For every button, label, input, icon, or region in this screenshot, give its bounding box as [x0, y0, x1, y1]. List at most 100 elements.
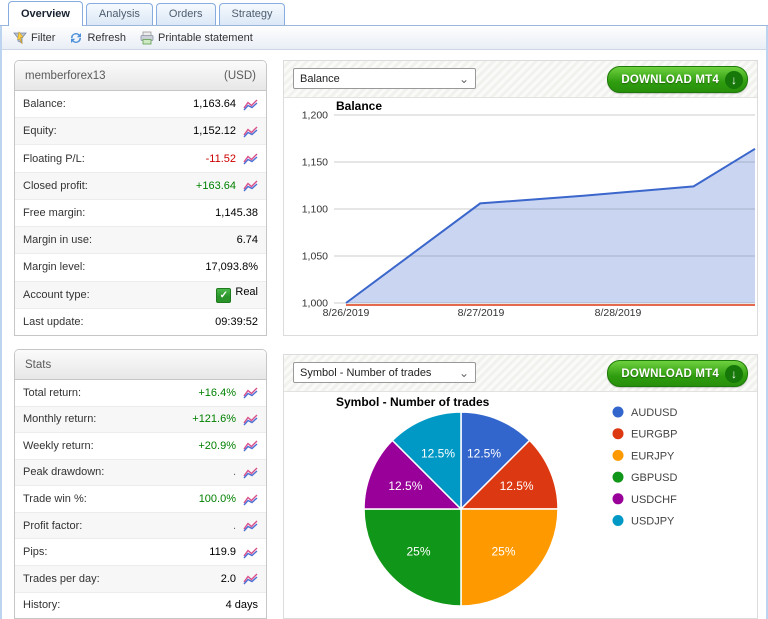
row-value-text: Real: [235, 286, 258, 298]
row-label: History:: [23, 599, 226, 611]
row-value: .: [233, 520, 236, 532]
legend-swatch[interactable]: [613, 428, 624, 439]
x-axis-label: 8/27/2019: [458, 307, 505, 319]
mini-chart-icon[interactable]: [243, 179, 258, 192]
legend-item[interactable]: AUDUSD: [631, 407, 678, 419]
trades-chart-select[interactable]: Symbol - Number of trades ⌄: [293, 362, 476, 383]
table-row: Margin in use:6.74: [15, 227, 266, 254]
legend-swatch[interactable]: [613, 472, 624, 483]
row-label: Peak drawdown:: [23, 466, 233, 478]
chart-title: Symbol - Number of trades: [336, 395, 490, 409]
row-label: Profit factor:: [23, 520, 233, 532]
mini-chart-icon[interactable]: [243, 439, 258, 452]
pie-slice-label: 12.5%: [500, 479, 534, 493]
chart-title: Balance: [336, 99, 382, 113]
refresh-button-label: Refresh: [87, 32, 126, 44]
trades-control-bar: Symbol - Number of trades ⌄ DOWNLOAD MT4…: [284, 355, 757, 392]
balance-control-bar: Balance ⌄ DOWNLOAD MT4 ↓: [284, 61, 757, 98]
legend-item[interactable]: USDJPY: [631, 516, 675, 528]
account-currency: (USD): [224, 70, 256, 82]
row-value-text: 4 days: [226, 599, 258, 611]
mini-chart-icon[interactable]: [243, 466, 258, 479]
pie-slice-label: 12.5%: [467, 446, 501, 460]
legend-item[interactable]: EURGBP: [631, 429, 677, 441]
row-label: Last update:: [23, 316, 215, 328]
balance-chart-select-value: Balance: [300, 73, 340, 85]
row-value-text: +121.6%: [192, 413, 236, 425]
pie-slice-label: 12.5%: [421, 446, 455, 460]
tab-strategy[interactable]: Strategy: [219, 3, 286, 25]
table-row: Account type:✓Real: [15, 282, 266, 309]
table-row: Trade win %:100.0%: [15, 486, 266, 513]
row-value: 4 days: [226, 599, 258, 611]
tab-analysis[interactable]: Analysis: [86, 3, 153, 25]
printable-statement-button[interactable]: Printable statement: [137, 30, 256, 46]
balance-chart-select[interactable]: Balance ⌄: [293, 68, 476, 89]
y-axis-label: 1,200: [302, 110, 328, 122]
mini-chart-icon[interactable]: [243, 125, 258, 138]
legend-item[interactable]: EURJPY: [631, 450, 675, 462]
mini-chart-icon[interactable]: [243, 572, 258, 585]
y-axis-label: 1,100: [302, 204, 328, 216]
pie-slice-label: 25%: [406, 545, 430, 559]
chevron-down-icon: ⌄: [459, 69, 469, 90]
toolbar: Filter Refresh Printable statement: [2, 26, 766, 50]
legend-swatch[interactable]: [613, 407, 624, 418]
table-row: Last update:09:39:52: [15, 309, 266, 335]
balance-area-fill: [346, 149, 755, 303]
download-mt4-label: DOWNLOAD MT4: [621, 74, 719, 86]
tab-overview[interactable]: Overview: [8, 1, 83, 26]
table-row: History:4 days: [15, 593, 266, 619]
download-mt4-button[interactable]: DOWNLOAD MT4 ↓: [607, 360, 748, 387]
table-row: Total return:+16.4%: [15, 380, 266, 407]
tab-orders[interactable]: Orders: [156, 3, 216, 25]
download-mt4-label: DOWNLOAD MT4: [621, 368, 719, 380]
mini-chart-icon[interactable]: [243, 493, 258, 506]
x-axis-label: 8/26/2019: [323, 307, 370, 319]
tab-bar: Overview Analysis Orders Strategy: [0, 0, 768, 26]
row-value: 119.9: [209, 546, 236, 558]
table-row: Pips:119.9: [15, 539, 266, 566]
legend-item[interactable]: USDCHF: [631, 494, 677, 506]
legend-swatch[interactable]: [613, 450, 624, 461]
row-label: Total return:: [23, 387, 198, 399]
table-row: Peak drawdown:.: [15, 460, 266, 487]
row-label: Weekly return:: [23, 440, 198, 452]
row-label: Monthly return:: [23, 413, 192, 425]
mini-chart-icon[interactable]: [243, 386, 258, 399]
legend-swatch[interactable]: [613, 493, 624, 504]
row-value-text: +16.4%: [198, 387, 236, 399]
row-label: Margin in use:: [23, 234, 237, 246]
row-value-text: 2.0: [221, 573, 236, 585]
symbol-trades-pie-chart: Symbol - Number of trades12.5%12.5%25%25…: [284, 392, 757, 618]
printable-statement-label: Printable statement: [158, 32, 253, 44]
legend-item[interactable]: GBPUSD: [631, 472, 678, 484]
table-row: Trades per day:2.0: [15, 566, 266, 593]
table-row: Closed profit:+163.64: [15, 173, 266, 200]
row-label: Account type:: [23, 289, 216, 301]
mini-chart-icon[interactable]: [243, 152, 258, 165]
row-value: .: [233, 466, 236, 478]
trades-chart-select-value: Symbol - Number of trades: [300, 367, 431, 379]
refresh-button[interactable]: Refresh: [66, 30, 129, 46]
row-label: Floating P/L:: [23, 153, 206, 165]
row-value-text: 1,145.38: [215, 207, 258, 219]
table-row: Profit factor:.: [15, 513, 266, 540]
row-label: Balance:: [23, 98, 193, 110]
row-value: 09:39:52: [215, 316, 258, 328]
balance-chart-box: Balance ⌄ DOWNLOAD MT4 ↓ Balance 1,200 1,1…: [283, 60, 758, 336]
filter-button[interactable]: Filter: [10, 30, 58, 46]
mini-chart-icon[interactable]: [243, 519, 258, 532]
row-value-text: 6.74: [237, 234, 258, 246]
row-label: Pips:: [23, 546, 209, 558]
mini-chart-icon[interactable]: [243, 98, 258, 111]
download-arrow-icon: ↓: [725, 365, 743, 383]
mini-chart-icon[interactable]: [243, 546, 258, 559]
x-axis-label: 8/28/2019: [595, 307, 642, 319]
row-value: 2.0: [221, 573, 236, 585]
legend-swatch[interactable]: [613, 515, 624, 526]
mini-chart-icon[interactable]: [243, 413, 258, 426]
row-value: 1,145.38: [215, 207, 258, 219]
row-value: +163.64: [196, 180, 236, 192]
download-mt4-button[interactable]: DOWNLOAD MT4 ↓: [607, 66, 748, 93]
